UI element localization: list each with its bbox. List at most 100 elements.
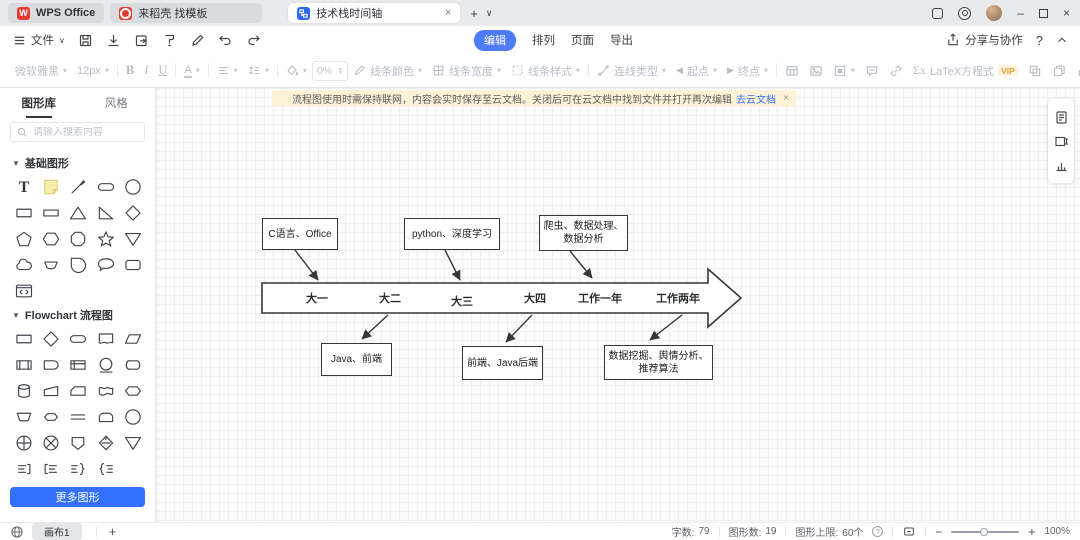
insert-image-button[interactable] <box>804 64 828 78</box>
manual-input-shape[interactable] <box>39 380 64 402</box>
fill-color-button[interactable]: ▾ <box>281 64 312 77</box>
connector-type-select[interactable]: 连线类型▾ <box>592 63 671 79</box>
diamond-shape[interactable] <box>121 202 146 224</box>
close-button[interactable]: × <box>1063 7 1070 19</box>
shape-search-box[interactable] <box>10 122 145 142</box>
annotation-left-brace-shape[interactable] <box>93 458 118 480</box>
connector[interactable] <box>570 251 592 278</box>
parallelogram-shape[interactable] <box>121 328 146 350</box>
zoom-slider-knob[interactable] <box>980 528 988 536</box>
group-button[interactable] <box>1023 64 1047 78</box>
line-color-select[interactable]: 线条颜色▾ <box>348 63 427 79</box>
annotation-right-bracket-shape[interactable] <box>11 458 36 480</box>
theme-icon[interactable] <box>958 7 971 20</box>
document-shape[interactable] <box>93 328 118 350</box>
connector[interactable] <box>650 315 682 340</box>
speech-bubble-shape[interactable] <box>93 254 118 276</box>
connector[interactable] <box>295 250 318 280</box>
underline-button[interactable]: U <box>153 63 172 78</box>
zoom-in-button[interactable]: + <box>1028 525 1035 539</box>
pentagon-shape[interactable] <box>11 228 36 250</box>
tab-shape-library[interactable]: 图形库 <box>0 88 78 118</box>
node-box[interactable]: python、深度学习 <box>404 218 500 250</box>
latex-button[interactable]: ΣxLaTeX方程式VIP <box>908 63 1023 79</box>
pencil-tool-button[interactable] <box>190 33 205 48</box>
trapezoid-curved-shape[interactable] <box>39 254 64 276</box>
redo-button[interactable] <box>246 33 261 48</box>
pen-shape[interactable] <box>66 176 91 198</box>
italic-button[interactable]: I <box>139 63 153 78</box>
collapse-toolbar-button[interactable] <box>1056 34 1068 46</box>
circle-plus-shape[interactable] <box>11 432 36 454</box>
off-page-shape[interactable] <box>66 432 91 454</box>
hexagon-wide-shape[interactable] <box>39 406 64 428</box>
align-select[interactable]: ▾ <box>212 64 243 77</box>
rectangle-wide-shape[interactable] <box>39 202 64 224</box>
text-shape[interactable] <box>11 176 36 198</box>
connector[interactable] <box>362 315 388 339</box>
right-triangle-shape[interactable] <box>93 202 118 224</box>
font-color-button[interactable]: A▾ <box>179 64 204 78</box>
connector[interactable] <box>506 315 532 342</box>
code-block-shape[interactable] <box>11 280 36 302</box>
circle-shape[interactable] <box>121 406 146 428</box>
docer-template-tab[interactable]: 来稻壳 找模板 <box>110 3 262 23</box>
download-button[interactable] <box>106 33 121 48</box>
drawing-canvas[interactable]: 流程图使用时需保持联网，内容会实时保存至云文档。关闭后可在云文档中找到文件并打开… <box>156 88 1080 522</box>
start-arrow-select[interactable]: ◀起点▾ <box>671 63 722 79</box>
triangle-down-shape[interactable] <box>121 432 146 454</box>
node-box[interactable]: C语言、Office <box>262 218 338 250</box>
diamond-lined-shape[interactable] <box>93 432 118 454</box>
database-shape[interactable] <box>11 380 36 402</box>
fit-screen-icon[interactable] <box>902 525 916 538</box>
copy-style-button[interactable] <box>1047 64 1071 78</box>
horizontal-cylinder-shape[interactable] <box>121 354 146 376</box>
annotation-right-brace-shape[interactable] <box>66 458 91 480</box>
sticky-note-shape[interactable] <box>39 176 64 198</box>
delay-shape[interactable] <box>39 354 64 376</box>
line-height-select[interactable]: ▾ <box>243 64 274 77</box>
file-menu[interactable]: 文件 ∨ <box>13 32 65 48</box>
node-box[interactable]: 数据挖掘、舆情分析、推荐算法 <box>604 345 713 380</box>
canvas-tab-1[interactable]: 画布1 <box>32 523 82 540</box>
wave-shape[interactable] <box>93 380 118 402</box>
tab-close-button[interactable]: × <box>445 8 451 19</box>
new-tab-button[interactable]: + <box>470 6 478 21</box>
wps-home-tab[interactable]: W WPS Office <box>8 3 104 23</box>
node-box[interactable]: 前端、Java后端 <box>462 346 543 380</box>
rounded-rectangle-shape[interactable] <box>121 254 146 276</box>
format-painter-button[interactable] <box>162 33 177 48</box>
line-width-select[interactable]: 线条宽度▾ <box>427 63 506 79</box>
font-size-select[interactable]: 12px▾ <box>72 65 114 77</box>
rectangle-shape[interactable] <box>11 202 36 224</box>
diamond-shape[interactable] <box>39 328 64 350</box>
limit-help-button[interactable]: ? <box>872 526 883 537</box>
star-shape[interactable] <box>93 228 118 250</box>
add-canvas-button[interactable]: + <box>109 524 117 539</box>
opacity-input[interactable]: 0%▲▼ <box>312 61 348 81</box>
help-button[interactable]: ? <box>1036 33 1043 48</box>
tab-arrange[interactable]: 排列 <box>532 32 555 48</box>
section-flowchart-shapes[interactable]: ▼ Flowchart 流程图 <box>0 302 155 324</box>
bold-button[interactable]: B <box>121 63 139 78</box>
card-shape[interactable] <box>66 380 91 402</box>
or-circle-shape[interactable] <box>93 354 118 376</box>
double-line-shape[interactable] <box>66 406 91 428</box>
save-button[interactable] <box>78 33 93 48</box>
pill-shape[interactable] <box>93 176 118 198</box>
end-arrow-select[interactable]: ▶终点▾ <box>722 63 773 79</box>
globe-icon[interactable] <box>10 525 24 539</box>
node-box[interactable]: Java、前端 <box>321 343 392 376</box>
node-box[interactable]: 爬虫、数据处理、数据分析 <box>539 215 628 251</box>
trapezoid-down-shape[interactable] <box>11 406 36 428</box>
tab-page[interactable]: 页面 <box>571 32 594 48</box>
maximize-button[interactable] <box>1039 9 1048 18</box>
connector[interactable] <box>445 250 460 280</box>
user-avatar[interactable] <box>986 5 1002 21</box>
zoom-slider[interactable] <box>951 531 1019 533</box>
internal-storage-shape[interactable] <box>66 354 91 376</box>
insert-chart-button[interactable] <box>1054 158 1069 173</box>
document-tab[interactable]: 技术栈时间轴 × <box>288 3 460 23</box>
font-family-select[interactable]: 微软雅黑▾ <box>10 63 72 79</box>
more-shapes-button[interactable]: 更多图形 <box>10 487 145 507</box>
